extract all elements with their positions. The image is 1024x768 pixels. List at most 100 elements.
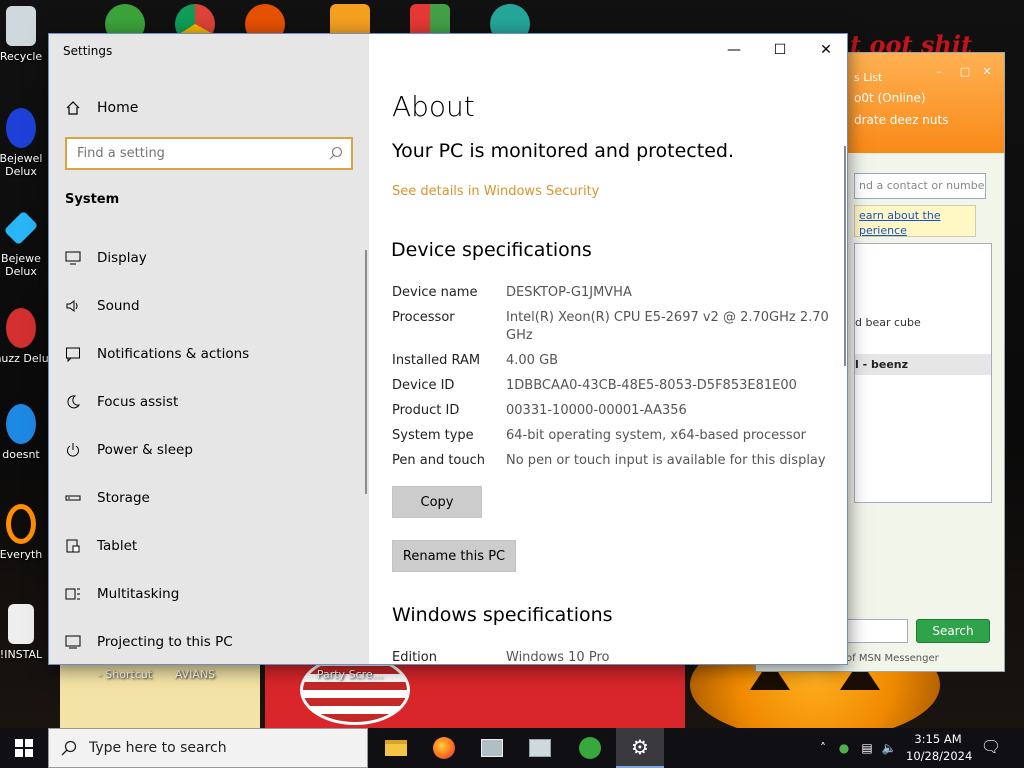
taskbar-firefox[interactable] <box>420 728 468 768</box>
settings-gear-icon: ⚙ <box>631 735 649 759</box>
spec-key: Edition <box>392 650 437 665</box>
windows-specs-heading: Windows specifications <box>392 604 613 626</box>
clock-time: 3:15 AM <box>914 732 962 746</box>
start-button[interactable] <box>0 728 48 768</box>
volume-icon[interactable]: 🔈 <box>878 741 900 755</box>
clock-date: 10/28/2024 <box>906 749 973 763</box>
chevron-up-icon[interactable]: ˄ <box>814 741 832 755</box>
spec-key: Installed RAM <box>392 353 481 368</box>
protection-status: Your PC is monitored and protected. <box>392 140 734 162</box>
nav-home-label: Home <box>97 100 139 116</box>
msn-user-line: s List <box>854 71 883 84</box>
file-explorer-icon <box>385 740 407 756</box>
monitor-icon <box>65 251 81 265</box>
network-app-icon <box>481 739 503 757</box>
notification-center-icon[interactable]: 🗨 <box>980 737 1002 759</box>
sidebar-item-label: Display <box>97 250 147 266</box>
desktop-icon-label-shortcut[interactable]: - Shortcut <box>85 668 165 681</box>
sidebar-item-notifications[interactable]: Notifications & actions <box>49 330 369 378</box>
close-button[interactable]: ✕ <box>803 34 847 66</box>
taskbar-clock[interactable]: 3:15 AM 10/28/2024 <box>906 731 973 765</box>
sidebar-item-label: Tablet <box>97 538 138 554</box>
minimize-button[interactable]: — <box>711 34 757 66</box>
window-title: Settings <box>63 44 113 58</box>
notification-icon <box>66 347 80 362</box>
desktop-icon-label-avians[interactable]: AVIANS <box>160 668 230 681</box>
document-icon <box>8 604 34 644</box>
msn-contact-search-input[interactable]: nd a contact or numbe <box>854 173 986 199</box>
sidebar-item-power-sleep[interactable]: Power & sleep <box>49 426 369 474</box>
msn-close-icon[interactable]: ✕ <box>980 65 994 79</box>
settings-search-input[interactable] <box>67 139 307 168</box>
msn-maximize-icon[interactable]: □ <box>958 65 972 79</box>
spec-key: Device name <box>392 285 478 300</box>
windows-security-link[interactable]: See details in Windows Security <box>392 184 599 199</box>
taskbar-settings[interactable]: ⚙ <box>616 728 664 768</box>
sidebar-item-storage[interactable]: Storage <box>49 474 369 522</box>
msn-tray-icon[interactable]: ● <box>832 741 856 755</box>
msn-minimize-icon[interactable]: – <box>932 65 946 79</box>
spec-value: Windows 10 Pro <box>506 650 610 665</box>
spec-value: 4.00 GB <box>506 353 559 368</box>
sidebar-item-focus-assist[interactable]: Focus assist <box>49 378 369 426</box>
about-page: — ☐ ✕ About Your PC is monitored and pro… <box>369 34 847 665</box>
msn-search-button[interactable]: Search <box>916 619 990 643</box>
msn-web-search-input[interactable] <box>846 619 908 643</box>
msn-messenger-icon <box>579 737 601 759</box>
taskbar-msn-messenger[interactable] <box>566 728 614 768</box>
desktop-icon-label: Chuzz Delux <box>0 352 56 365</box>
maximize-button[interactable]: ☐ <box>757 34 803 66</box>
search-icon <box>61 740 77 756</box>
sidebar-item-display[interactable]: Display <box>49 234 369 282</box>
bejeweled-icon <box>6 108 36 148</box>
desktop-icon-label: Bejewe Delux <box>1 252 41 278</box>
sidebar-scrollbar[interactable] <box>365 250 367 494</box>
copy-button[interactable]: Copy <box>392 486 482 518</box>
sidebar-item-projecting[interactable]: Projecting to this PC <box>49 618 369 664</box>
nav-home[interactable]: Home <box>65 96 138 120</box>
spec-row-installed-ram: Installed RAM 4.00 GB <box>392 352 832 370</box>
taskbar: Type here to search ⚙ ˄ ● ▤ 🔈 3:15 AM 10… <box>0 728 1024 768</box>
network-icon[interactable]: ▤ <box>856 741 878 755</box>
sidebar-item-tablet[interactable]: Tablet <box>49 522 369 570</box>
desktop-icon-label-party[interactable]: Party Scre... <box>310 668 390 681</box>
desktop-icon-label: Bejewel Delux <box>0 152 43 178</box>
spec-key: Pen and touch <box>392 453 486 468</box>
device-specs-heading: Device specifications <box>391 239 592 261</box>
settings-sidebar: Settings Home System Display Sound Notif… <box>49 34 369 664</box>
projector-icon <box>65 635 81 649</box>
desktop-icon-label: Recycle <box>0 50 43 63</box>
spec-row-product-id: Product ID 00331-10000-00001-AA356 <box>392 402 832 420</box>
spec-key: Product ID <box>392 403 460 418</box>
spec-row-system-type: System type 64-bit operating system, x64-… <box>392 427 832 445</box>
sidebar-item-sound[interactable]: Sound <box>49 282 369 330</box>
settings-search-box[interactable] <box>65 137 353 170</box>
taskbar-file-explorer[interactable] <box>372 728 420 768</box>
msn-footer-text: of MSN Messenger <box>846 653 939 664</box>
sidebar-item-multitasking[interactable]: Multitasking <box>49 570 369 618</box>
search-icon[interactable] <box>329 146 343 160</box>
chuzzle-icon <box>6 308 36 348</box>
taskbar-computer-app[interactable] <box>516 728 564 768</box>
sidebar-item-label: Storage <box>97 490 150 506</box>
msn-contact-item[interactable]: l - beenz <box>855 354 991 375</box>
taskbar-network-app[interactable] <box>468 728 516 768</box>
sidebar-item-label: Sound <box>97 298 140 314</box>
msn-contact-item[interactable]: d bear cube <box>855 316 921 329</box>
taskbar-search-box[interactable]: Type here to search <box>48 728 368 768</box>
storage-icon <box>65 495 81 501</box>
content-scrollbar[interactable] <box>844 146 846 366</box>
rename-pc-button[interactable]: Rename this PC <box>392 540 516 572</box>
spec-row-processor: Processor Intel(R) Xeon(R) CPU E5-2697 v2… <box>392 309 832 345</box>
firefox-icon <box>433 737 455 759</box>
system-tray: ˄ ● ▤ 🔈 <box>814 728 900 768</box>
recycle-bin-icon <box>6 6 36 46</box>
msn-status-line[interactable]: o0t (Online) <box>854 91 926 105</box>
spec-value: 64-bit operating system, x64-based proce… <box>506 428 806 443</box>
desktop-icon-label: !INSTAL <box>0 648 43 661</box>
minimize-icon: — <box>727 42 741 58</box>
msn-personal-message[interactable]: drate deez nuts <box>854 113 948 127</box>
msn-tip-link[interactable]: earn about the perience <box>854 205 976 237</box>
power-icon <box>67 443 79 457</box>
desktop-icon-label: doesnt <box>2 448 40 461</box>
